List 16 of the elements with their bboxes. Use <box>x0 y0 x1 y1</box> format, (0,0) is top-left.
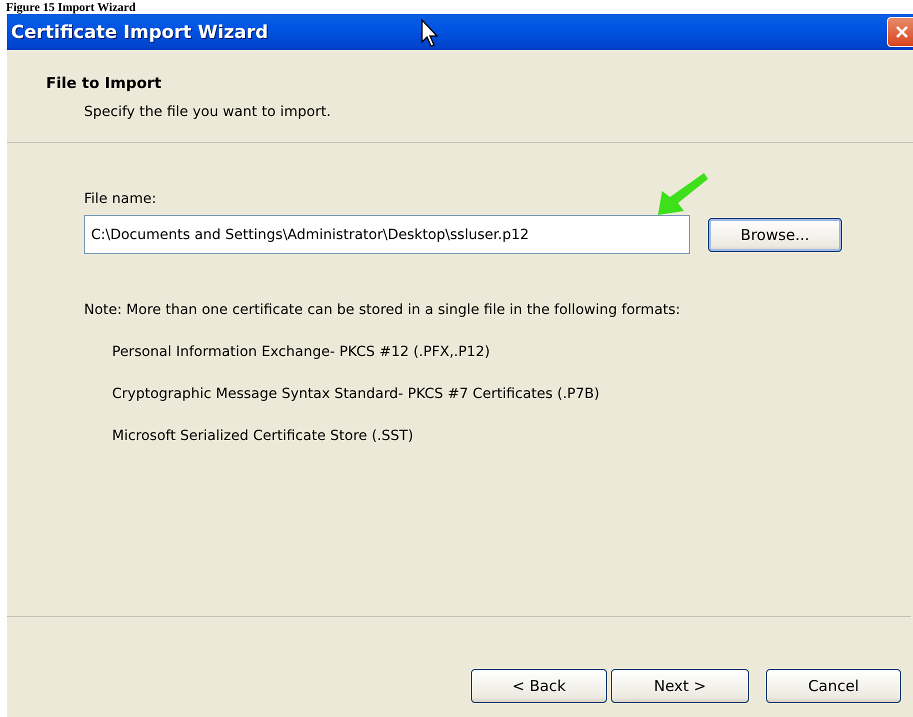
wizard-button[interactable]: < Back <box>471 669 607 703</box>
wizard-button[interactable]: Next > <box>611 669 749 703</box>
wizard-button[interactable]: Cancel <box>766 669 901 703</box>
page-title: File to Import <box>46 74 162 92</box>
close-button[interactable] <box>887 17 913 47</box>
window-title: Certificate Import Wizard <box>11 22 268 42</box>
field-label: File name: <box>84 191 158 207</box>
figure-caption: Figure 15 Import Wizard <box>5 0 137 14</box>
format-item: Cryptographic Message Syntax Standard- PKCS #7 Certificates (.P7B) <box>112 386 600 402</box>
note-text: Note: More than one certificate can be stored in a single file in the following formats: <box>84 302 682 318</box>
page-subtitle: Specify the file you want to import. <box>83 104 332 120</box>
format-item: Personal Information Exchange- PKCS #12 (.PFX,.P12) <box>112 344 491 360</box>
format-item: Microsoft Serialized Certificate Store (.SST) <box>112 428 414 444</box>
close-icon <box>894 24 910 40</box>
file-name-field[interactable]: C:\Documents and Settings\Administrator\Desktop\ssluser.p12 <box>84 215 690 254</box>
browse-button[interactable]: Browse... <box>708 218 842 252</box>
